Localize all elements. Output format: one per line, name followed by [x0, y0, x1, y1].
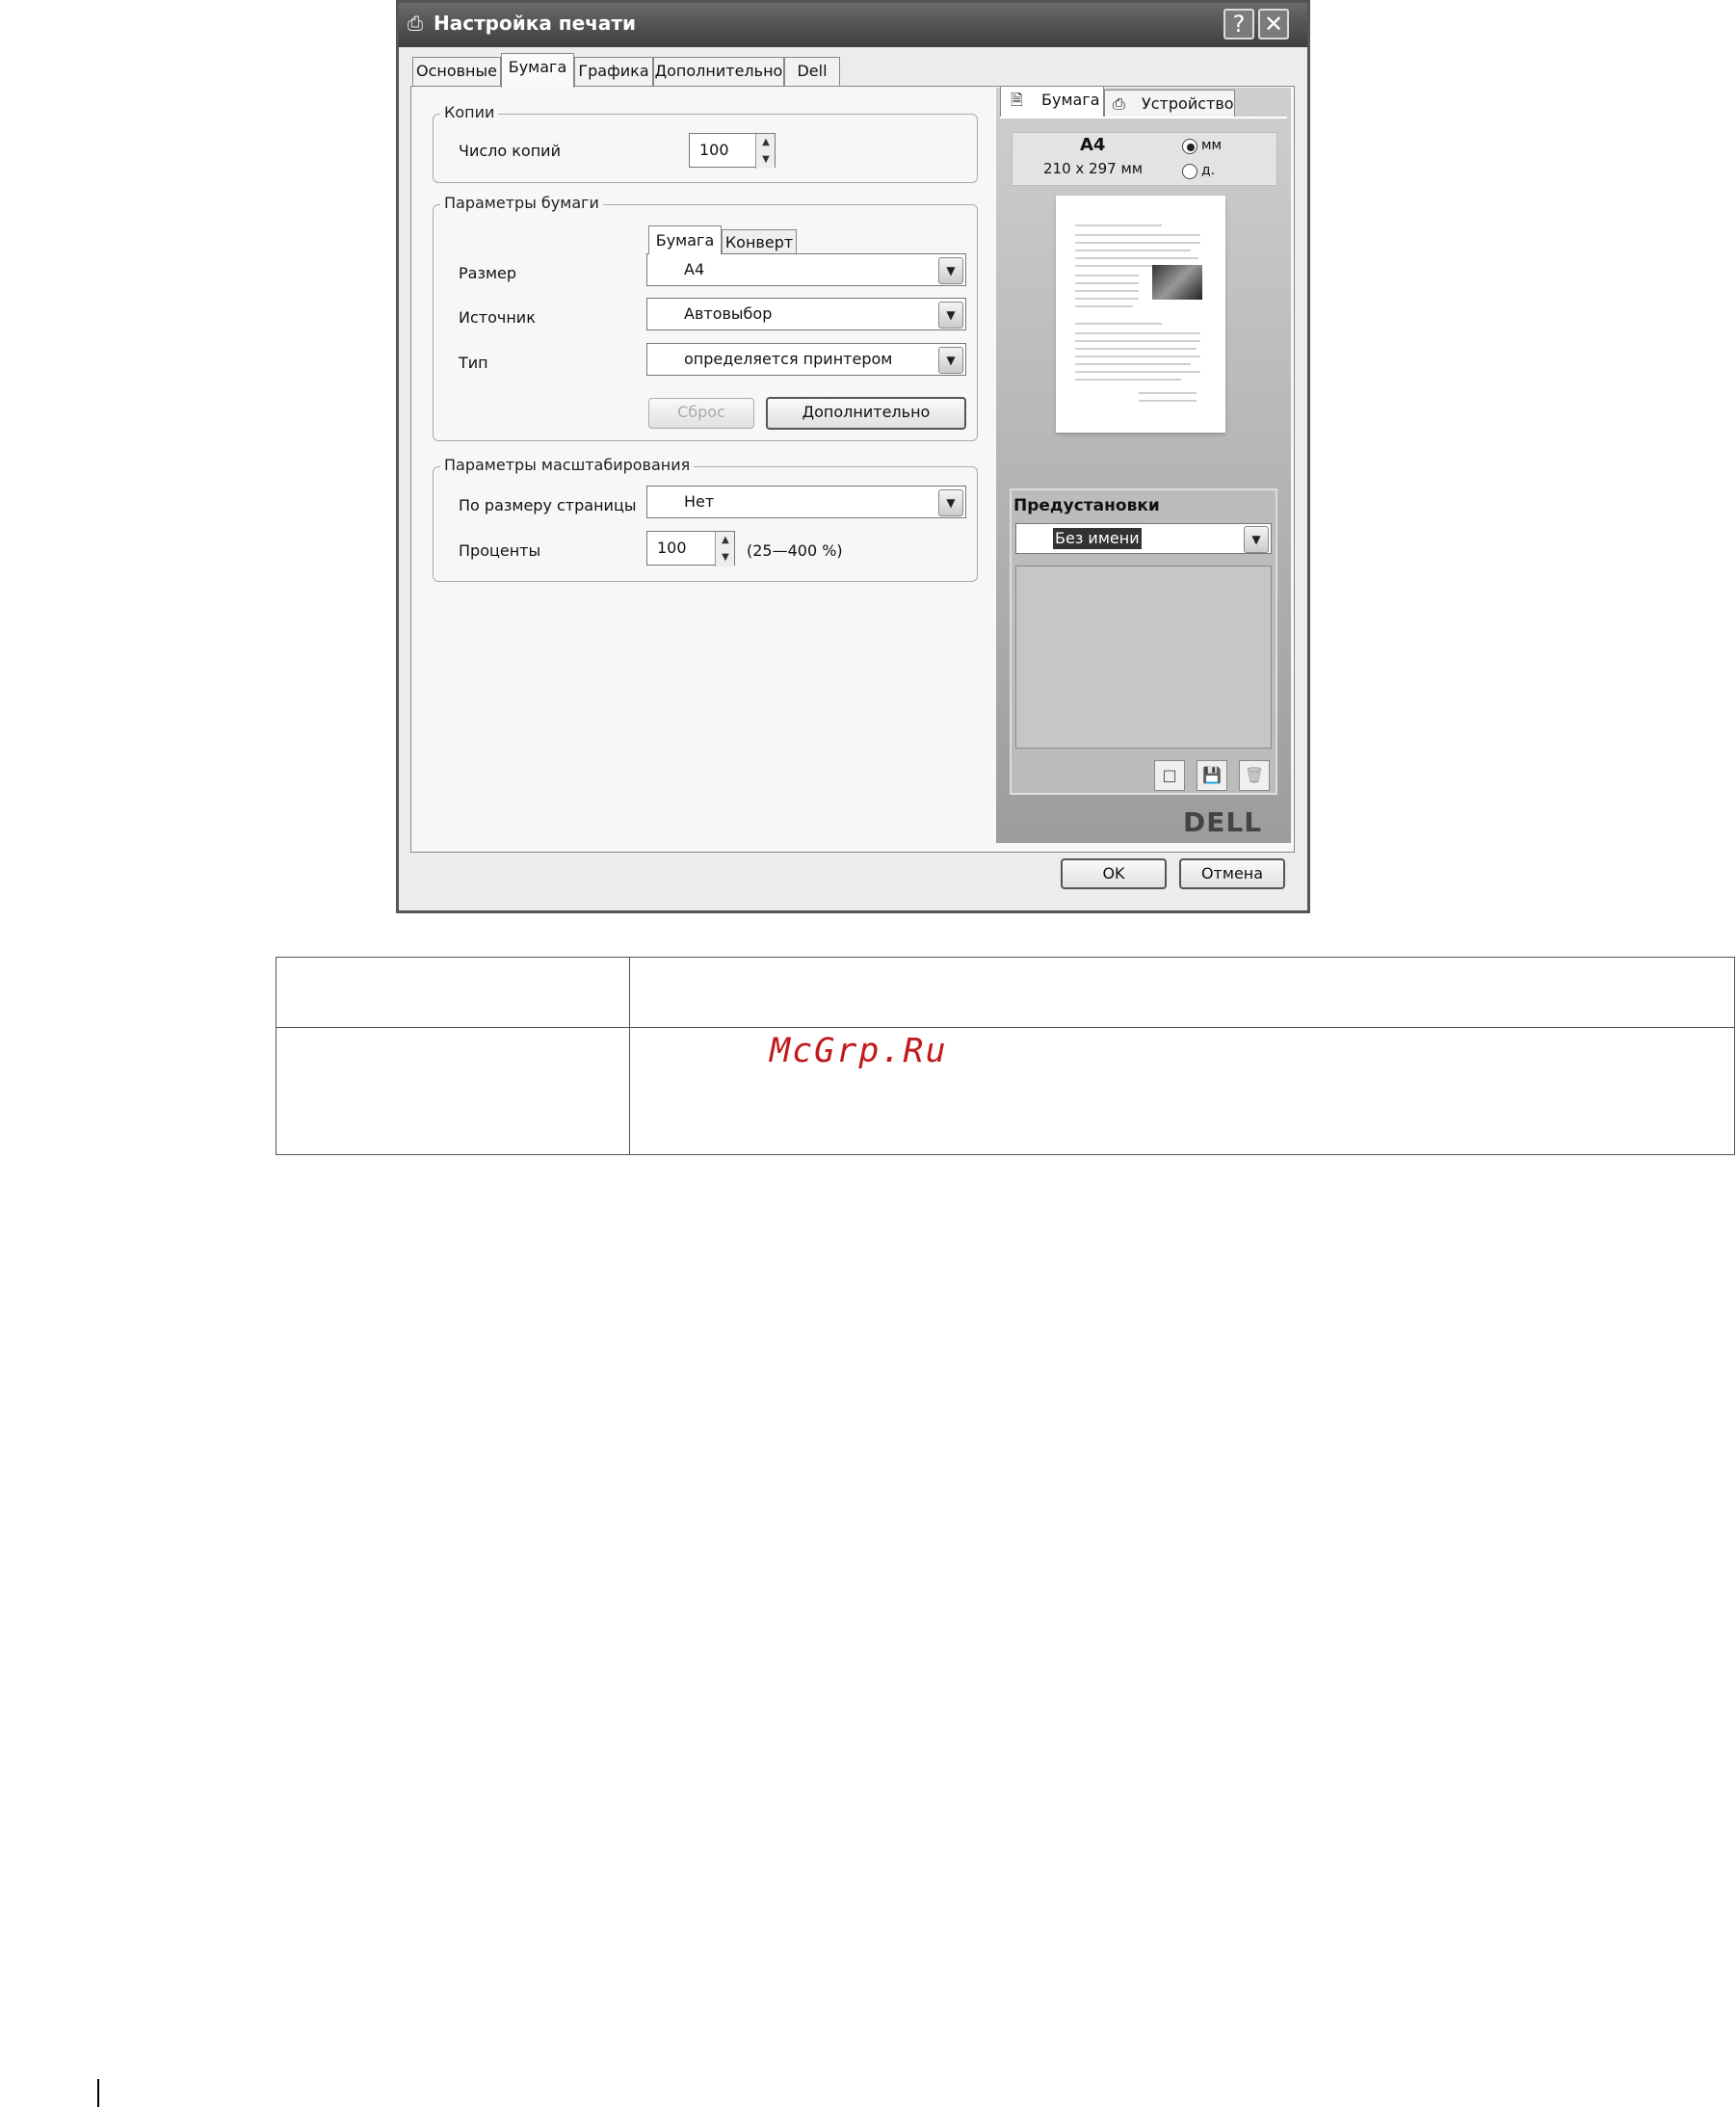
delete-preset-button[interactable]: 🗑	[1239, 760, 1270, 791]
presets-panel: Предустановки Без имени ▼ □ 💾 🗑	[1010, 488, 1277, 795]
size-select[interactable]: A4 ▼	[646, 253, 966, 286]
scaling-legend: Параметры масштабирования	[440, 456, 695, 474]
new-icon: □	[1162, 766, 1177, 784]
source-label: Источник	[459, 308, 536, 327]
tab-advanced[interactable]: Дополнительно	[653, 57, 784, 86]
spin-up-icon[interactable]: ▲	[756, 134, 776, 151]
presets-value: Без имени	[1053, 528, 1142, 549]
save-icon: 💾	[1202, 766, 1222, 784]
reset-button[interactable]: Сброс	[648, 398, 754, 429]
preview-tab-device-label: Устройство	[1142, 94, 1234, 113]
presets-select[interactable]: Без имени ▼	[1015, 523, 1272, 554]
spin-up-icon[interactable]: ▲	[716, 532, 735, 549]
percent-range: (25—400 %)	[747, 541, 843, 560]
table-cell	[629, 957, 1735, 1028]
size-label: Размер	[459, 264, 517, 282]
page-preview	[1056, 196, 1225, 433]
percent-label: Проценты	[459, 541, 541, 560]
source-value: Автовыбор	[684, 304, 773, 323]
presets-title: Предустановки	[1013, 496, 1160, 515]
fit-to-page-select[interactable]: Нет ▼	[646, 486, 966, 518]
tab-divider	[1000, 117, 1287, 119]
save-preset-button[interactable]: 💾	[1197, 760, 1227, 791]
percent-value: 100	[657, 539, 687, 557]
preview-tab-paper-label: Бумага	[1041, 91, 1100, 109]
copies-legend: Копии	[440, 103, 499, 121]
presets-list[interactable]	[1015, 566, 1272, 749]
close-button[interactable]: ✕	[1258, 9, 1289, 40]
unit-inch-radio[interactable]	[1182, 164, 1197, 179]
tab-dell[interactable]: Dell	[784, 57, 840, 86]
subtab-paper[interactable]: Бумага	[648, 225, 722, 254]
unit-inch-label: д.	[1201, 163, 1216, 178]
unit-mm-label: мм	[1201, 138, 1223, 153]
chevron-down-icon[interactable]: ▼	[938, 257, 963, 284]
paper-size-dims: 210 x 297 мм	[1043, 160, 1144, 177]
copies-label: Число копий	[459, 142, 561, 160]
help-button[interactable]: ?	[1223, 9, 1254, 40]
chevron-down-icon[interactable]: ▼	[938, 302, 963, 329]
copies-input[interactable]: 100 ▲ ▼	[689, 133, 776, 169]
copies-value: 100	[699, 141, 729, 159]
preview-pane: 🗎 Бумага ⎙ Устройство A4 210 x 297 мм мм…	[996, 86, 1291, 843]
copies-stepper[interactable]: ▲ ▼	[755, 134, 775, 169]
table-cell	[276, 957, 630, 1028]
new-preset-button[interactable]: □	[1154, 760, 1185, 791]
percent-stepper[interactable]: ▲ ▼	[715, 532, 734, 566]
spin-down-icon[interactable]: ▼	[756, 151, 776, 169]
tab-basic[interactable]: Основные	[412, 57, 501, 86]
paper-size-name: A4	[1080, 135, 1106, 155]
advanced-button[interactable]: Дополнительно	[766, 397, 966, 430]
spin-down-icon[interactable]: ▼	[716, 549, 735, 566]
title-bar[interactable]: ⎙ Настройка печати ? ✕	[399, 3, 1307, 47]
preview-tab-device[interactable]: ⎙ Устройство	[1104, 90, 1235, 119]
percent-input[interactable]: 100 ▲ ▼	[646, 531, 735, 566]
fit-to-page-label: По размеру страницы	[459, 496, 637, 514]
cancel-button[interactable]: Отмена	[1179, 858, 1285, 889]
preview-tab-paper[interactable]: 🗎 Бумага	[1000, 86, 1104, 117]
unit-mm-radio[interactable]	[1182, 139, 1197, 154]
type-select[interactable]: определяется принтером ▼	[646, 343, 966, 376]
ok-button[interactable]: OK	[1061, 858, 1167, 889]
print-settings-dialog: ⎙ Настройка печати ? ✕ Основные Бумага Г…	[396, 0, 1310, 913]
dell-logo: DELL	[1183, 806, 1263, 838]
preview-image	[1152, 265, 1202, 300]
type-value: определяется принтером	[684, 350, 893, 368]
chevron-down-icon[interactable]: ▼	[938, 347, 963, 374]
watermark: McGrp.Ru	[770, 1032, 948, 1070]
table-cell	[276, 1027, 630, 1155]
paper-legend: Параметры бумаги	[440, 194, 603, 212]
dialog-title: Настройка печати	[434, 12, 636, 35]
fit-to-page-value: Нет	[684, 492, 715, 511]
subtab-envelope[interactable]: Конверт	[722, 229, 797, 254]
page-margin-line	[97, 2079, 99, 2107]
chevron-down-icon[interactable]: ▼	[938, 489, 963, 516]
tab-graphics[interactable]: Графика	[574, 57, 653, 86]
chevron-down-icon[interactable]: ▼	[1244, 526, 1269, 553]
paper-size-info: A4 210 x 297 мм мм д.	[1012, 132, 1277, 186]
source-select[interactable]: Автовыбор ▼	[646, 298, 966, 330]
printer-icon: ⎙	[1113, 94, 1125, 113]
page-icon: 🗎	[1011, 91, 1023, 109]
printer-icon: ⎙	[408, 12, 423, 35]
delete-icon: 🗑	[1244, 766, 1265, 784]
type-label: Тип	[459, 354, 488, 372]
size-value: A4	[684, 260, 705, 278]
tab-paper[interactable]: Бумага	[501, 53, 574, 88]
